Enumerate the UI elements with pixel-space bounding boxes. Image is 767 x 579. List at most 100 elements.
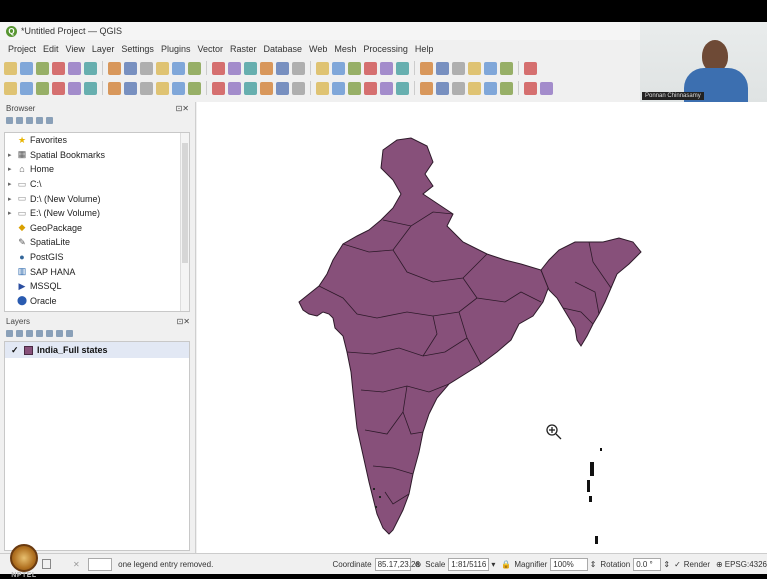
menu-item-mesh[interactable]: Mesh [334,44,356,54]
rotate-label-icon[interactable] [396,81,409,95]
pan-to-selection-icon[interactable] [108,61,121,75]
field-calc-icon[interactable] [364,61,377,75]
menu-item-processing[interactable]: Processing [363,44,408,54]
menu-item-raster[interactable]: Raster [230,44,257,54]
plugin-icon[interactable] [468,61,481,75]
new-bookmark-icon[interactable] [244,61,257,75]
add-postgis-icon[interactable] [68,81,81,95]
menu-item-settings[interactable]: Settings [121,44,154,54]
layer-visibility-checkbox[interactable]: ✓ [11,345,20,355]
manage-themes-icon[interactable] [26,329,33,337]
label-tool-icon[interactable] [332,81,345,95]
digitize-icon[interactable] [172,81,185,95]
collapse-all-icon[interactable] [56,329,63,337]
layers-tree[interactable]: ✓ India_Full states [4,341,190,551]
change-label-icon[interactable] [420,81,433,95]
render-checkbox[interactable]: ✓ [674,560,681,569]
filter-legend-icon[interactable] [36,329,43,337]
redo-icon[interactable] [316,81,329,95]
save-edits-icon[interactable] [156,81,169,95]
vertex-tool-icon[interactable] [524,61,537,75]
identify-icon[interactable] [292,61,305,75]
layer-style-icon[interactable] [484,61,497,75]
menu-item-web[interactable]: Web [309,44,327,54]
india-mainland-shape[interactable] [298,137,550,535]
advanced-digitizing-icon[interactable] [500,81,513,95]
show-bookmarks-icon[interactable] [260,61,273,75]
zoom-last-icon[interactable] [212,61,225,75]
expand-arrow-icon[interactable]: ▸ [8,151,14,159]
select-icon[interactable] [316,61,329,75]
browser-item-c[interactable]: ▸ ▭ C:\ [5,177,189,192]
browser-item-postgis[interactable]: ● PostGIS [5,250,189,265]
menu-item-vector[interactable]: Vector [197,44,223,54]
browser-item-favorites[interactable]: ★ Favorites [5,133,189,148]
lock-scale-icon[interactable]: 🔒 [501,560,511,569]
zoom-layer-icon[interactable] [172,61,185,75]
panel-close-icon[interactable]: ⊡✕ [177,317,190,326]
open-project-icon[interactable] [20,61,33,75]
copy-features-icon[interactable] [260,81,273,95]
add-spatialite-icon[interactable] [84,81,97,95]
browser-item-sap-hana[interactable]: ▥ SAP HANA [5,264,189,279]
menu-item-layer[interactable]: Layer [92,44,115,54]
browser-item-spatial-bookmarks[interactable]: ▸ ▦ Spatial Bookmarks [5,148,189,163]
toggle-editing-icon[interactable] [140,81,153,95]
paste-features-icon[interactable] [276,81,289,95]
layer-item-india-full-states[interactable]: ✓ India_Full states [5,342,189,358]
save-project-icon[interactable] [36,61,49,75]
zoom-next-icon[interactable] [228,61,241,75]
properties-icon[interactable] [46,116,53,124]
scrollbar-thumb[interactable] [182,143,188,263]
open-table-icon[interactable] [348,61,361,75]
browser-item-geopackage[interactable]: ◆ GeoPackage [5,221,189,236]
map-tips-icon[interactable] [420,61,433,75]
move-feature-icon[interactable] [212,81,225,95]
crs-label[interactable]: EPSG:4326 [725,560,767,569]
locator-toggle-icon[interactable] [41,559,51,569]
delete-selected-icon[interactable] [228,81,241,95]
scale-dropdown-icon[interactable]: ▾ [491,560,495,569]
show-hide-labels-icon[interactable] [364,81,377,95]
collapse-all-icon[interactable] [36,116,43,124]
expand-arrow-icon[interactable]: ▸ [8,195,14,203]
expand-arrow-icon[interactable]: ▸ [8,165,14,173]
expand-arrow-icon[interactable]: ▸ [8,180,14,188]
deselect-icon[interactable] [332,61,345,75]
browser-item-oracle[interactable]: ⬤ Oracle [5,294,189,309]
remove-layer-icon[interactable] [66,329,73,337]
statistics-icon[interactable] [380,61,393,75]
browser-item-e-new-volume[interactable]: ▸ ▭ E:\ (New Volume) [5,206,189,221]
panel-close-icon[interactable]: ⊡✕ [176,104,189,113]
pan-icon[interactable] [84,61,97,75]
add-wfs-icon[interactable] [468,81,481,95]
expand-arrow-icon[interactable]: ▸ [8,209,14,217]
zoom-out-icon[interactable] [140,61,153,75]
coordinate-field[interactable]: 85.17,23.26 [374,557,420,571]
zoom-in-icon[interactable] [124,61,137,75]
undo-icon[interactable] [292,81,305,95]
cut-features-icon[interactable] [244,81,257,95]
text-annotation-icon[interactable] [436,61,449,75]
menu-item-edit[interactable]: Edit [43,44,59,54]
save-as-icon[interactable] [52,61,65,75]
browser-item-mssql[interactable]: ▶ MSSQL [5,279,189,294]
browser-tree[interactable]: ★ Favorites ▸ ▦ Spatial Bookmarks ▸ ⌂ Home ▸ ▭ C:\… [4,132,190,312]
magnifier-spin-icon[interactable]: ⇕ [590,560,597,569]
expand-all-icon[interactable] [46,329,53,337]
add-wms-icon[interactable] [452,81,465,95]
new-project-icon[interactable] [4,61,17,75]
menu-item-help[interactable]: Help [415,44,434,54]
map-canvas[interactable] [197,102,767,553]
add-raster-icon[interactable] [36,81,49,95]
georeferencer-icon[interactable] [436,81,449,95]
refresh-icon[interactable] [276,61,289,75]
snapping-icon[interactable] [484,81,497,95]
add-mssql-icon[interactable] [108,81,121,95]
filter-icon[interactable] [26,116,33,124]
browser-item-home[interactable]: ▸ ⌂ Home [5,162,189,177]
measure-icon[interactable] [396,61,409,75]
menu-item-plugins[interactable]: Plugins [161,44,191,54]
magnifier-field[interactable]: 100% [550,557,588,571]
browser-item-spatialite[interactable]: ✎ SpatiaLite [5,235,189,250]
